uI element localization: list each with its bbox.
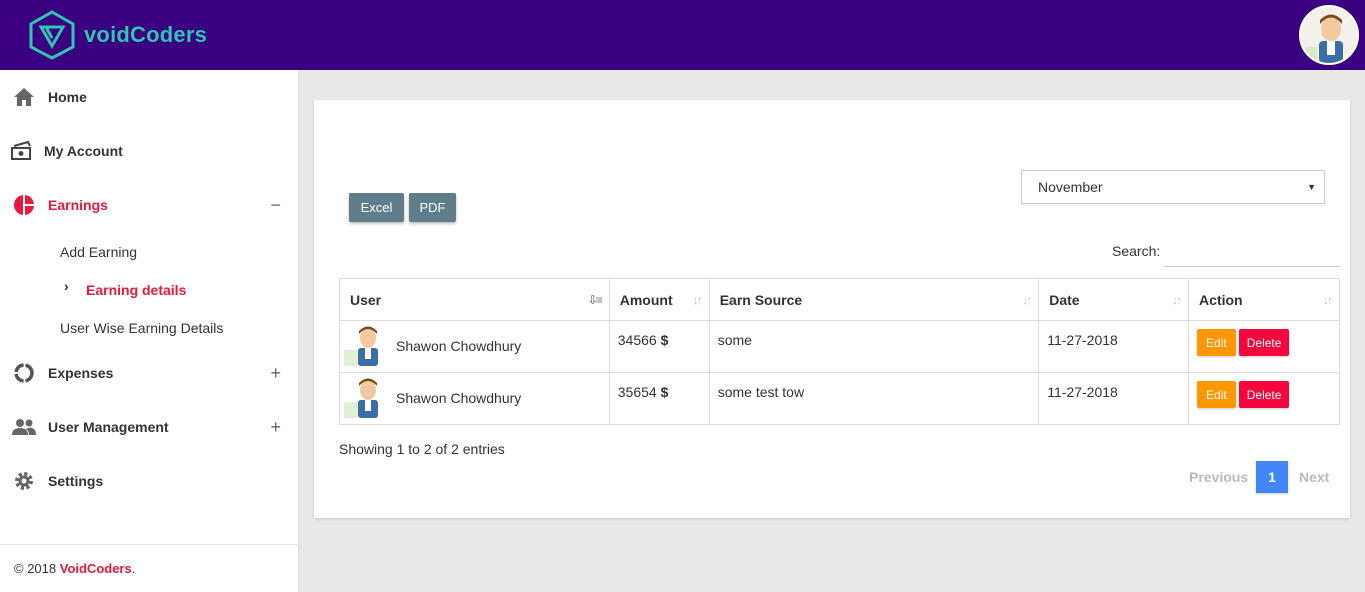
footer-period: . xyxy=(131,561,136,576)
column-header-amount[interactable]: Amount ↓↑ xyxy=(608,278,710,321)
pagination-page-1[interactable]: 1 xyxy=(1256,461,1288,493)
amount-value: 34566 xyxy=(617,332,657,348)
search-input[interactable] xyxy=(1164,238,1340,267)
pagination-previous[interactable]: Previous xyxy=(1189,469,1248,485)
amount-cell: 34566 $ xyxy=(608,320,710,373)
sidebar: Home My Account Earnings − Add Earning ›… xyxy=(0,70,299,592)
sidebar-item-label: Earnings xyxy=(48,197,108,213)
user-cell: Shawon Chowdhury xyxy=(339,320,610,373)
column-header-label: Amount xyxy=(619,291,673,308)
sidebar-item-earnings[interactable]: Earnings − xyxy=(0,185,299,225)
footer-copyright: © 2018 xyxy=(14,561,60,576)
sort-icon: ↓↑ xyxy=(1172,293,1182,307)
user-cell: Shawon Chowdhury xyxy=(339,372,610,425)
sidebar-item-label: My Account xyxy=(44,143,123,159)
earn-source-cell: some xyxy=(708,320,1040,373)
home-icon xyxy=(12,85,36,109)
app-name: voidCoders xyxy=(84,22,208,47)
sidebar-item-label: Expenses xyxy=(48,365,114,381)
sidebar-item-label: Settings xyxy=(48,473,104,489)
sidebar-item-expenses[interactable]: Expenses + xyxy=(0,353,299,393)
column-header-earn-source[interactable]: Earn Source ↓↑ xyxy=(708,278,1040,321)
column-header-action[interactable]: Action ↓↑ xyxy=(1188,278,1340,321)
user-avatar[interactable] xyxy=(1299,5,1359,65)
amount-value: 35654 xyxy=(617,384,657,400)
currency-unit: $ xyxy=(660,384,669,400)
expand-icon[interactable]: + xyxy=(270,417,281,438)
entries-info: Showing 1 to 2 of 2 entries xyxy=(339,441,505,457)
column-header-label: User xyxy=(350,291,382,308)
pagination-next[interactable]: Next xyxy=(1299,469,1329,485)
sidebar-footer: © 2018 VoidCoders. xyxy=(0,544,299,592)
sidebar-subitem-earning-details[interactable]: Earning details xyxy=(86,282,186,298)
earnings-table: User ⇩≡ Amount ↓↑ Earn Source ↓↑ Date ↓↑… xyxy=(339,278,1340,425)
earn-source-cell: some test tow xyxy=(708,372,1040,425)
sort-asc-icon: ⇩≡ xyxy=(587,293,603,307)
collapse-icon[interactable]: − xyxy=(270,195,281,216)
delete-button[interactable]: Delete xyxy=(1238,381,1290,408)
sort-icon: ↓↑ xyxy=(692,293,703,307)
table-row: Shawon Chowdhury 34566 $ some 11-27-2018… xyxy=(339,320,1340,373)
column-header-label: Earn Source xyxy=(719,291,803,308)
logo[interactable]: voidCoders xyxy=(28,10,207,60)
amount-cell: 35654 $ xyxy=(608,372,710,425)
month-select-value: November xyxy=(1038,179,1103,195)
sidebar-item-home[interactable]: Home xyxy=(0,77,299,117)
table-row: Shawon Chowdhury 35654 $ some test tow 1… xyxy=(339,372,1340,425)
excel-export-button[interactable]: Excel xyxy=(349,193,404,222)
top-bar: voidCoders xyxy=(0,0,1365,70)
sidebar-subitem-add-earning[interactable]: Add Earning xyxy=(60,244,137,260)
currency-unit: $ xyxy=(660,332,669,348)
action-cell: Edit Delete xyxy=(1188,372,1340,425)
column-header-user[interactable]: User ⇩≡ xyxy=(339,278,610,321)
column-header-date[interactable]: Date ↓↑ xyxy=(1038,278,1190,321)
table-header-row: User ⇩≡ Amount ↓↑ Earn Source ↓↑ Date ↓↑… xyxy=(339,278,1340,321)
month-select[interactable]: November ▼ xyxy=(1021,170,1325,204)
footer-brand-link[interactable]: VoidCoders xyxy=(60,561,132,576)
gear-icon xyxy=(12,469,36,493)
search-label: Search: xyxy=(1112,243,1161,259)
sidebar-subitem-user-wise-earning[interactable]: User Wise Earning Details xyxy=(60,320,223,336)
pdf-export-button[interactable]: PDF xyxy=(409,193,456,222)
money-icon xyxy=(10,139,34,163)
donut-chart-icon xyxy=(12,361,36,385)
expand-icon[interactable]: + xyxy=(270,363,281,384)
edit-button[interactable]: Edit xyxy=(1197,329,1236,356)
sort-icon: ↓↑ xyxy=(1022,293,1032,307)
users-icon xyxy=(12,415,36,439)
sidebar-item-my-account[interactable]: My Account xyxy=(0,131,299,171)
action-cell: Edit Delete xyxy=(1188,320,1340,373)
delete-button[interactable]: Delete xyxy=(1238,329,1290,356)
user-avatar-icon xyxy=(344,378,378,418)
user-name: Shawon Chowdhury xyxy=(396,390,522,406)
earning-details-card: Excel PDF November ▼ Search: User ⇩≡ Amo… xyxy=(314,100,1350,518)
column-header-label: Date xyxy=(1049,291,1080,308)
user-avatar-icon xyxy=(344,326,378,366)
dropdown-arrow-icon: ▼ xyxy=(1307,182,1316,192)
pie-chart-icon xyxy=(12,193,36,217)
logo-hex-icon xyxy=(29,10,75,60)
sidebar-item-settings[interactable]: Settings xyxy=(0,461,299,501)
column-header-label: Action xyxy=(1199,291,1243,308)
user-name: Shawon Chowdhury xyxy=(396,338,522,354)
date-cell: 11-27-2018 xyxy=(1038,372,1190,425)
date-cell: 11-27-2018 xyxy=(1038,320,1190,373)
sidebar-item-user-management[interactable]: User Management + xyxy=(0,407,299,447)
sidebar-item-label: User Management xyxy=(48,419,169,435)
sort-icon: ↓↑ xyxy=(1323,293,1333,307)
chevron-right-icon: › xyxy=(64,278,69,294)
sidebar-item-label: Home xyxy=(48,89,87,105)
edit-button[interactable]: Edit xyxy=(1197,381,1236,408)
avatar-image-icon xyxy=(1301,7,1357,63)
